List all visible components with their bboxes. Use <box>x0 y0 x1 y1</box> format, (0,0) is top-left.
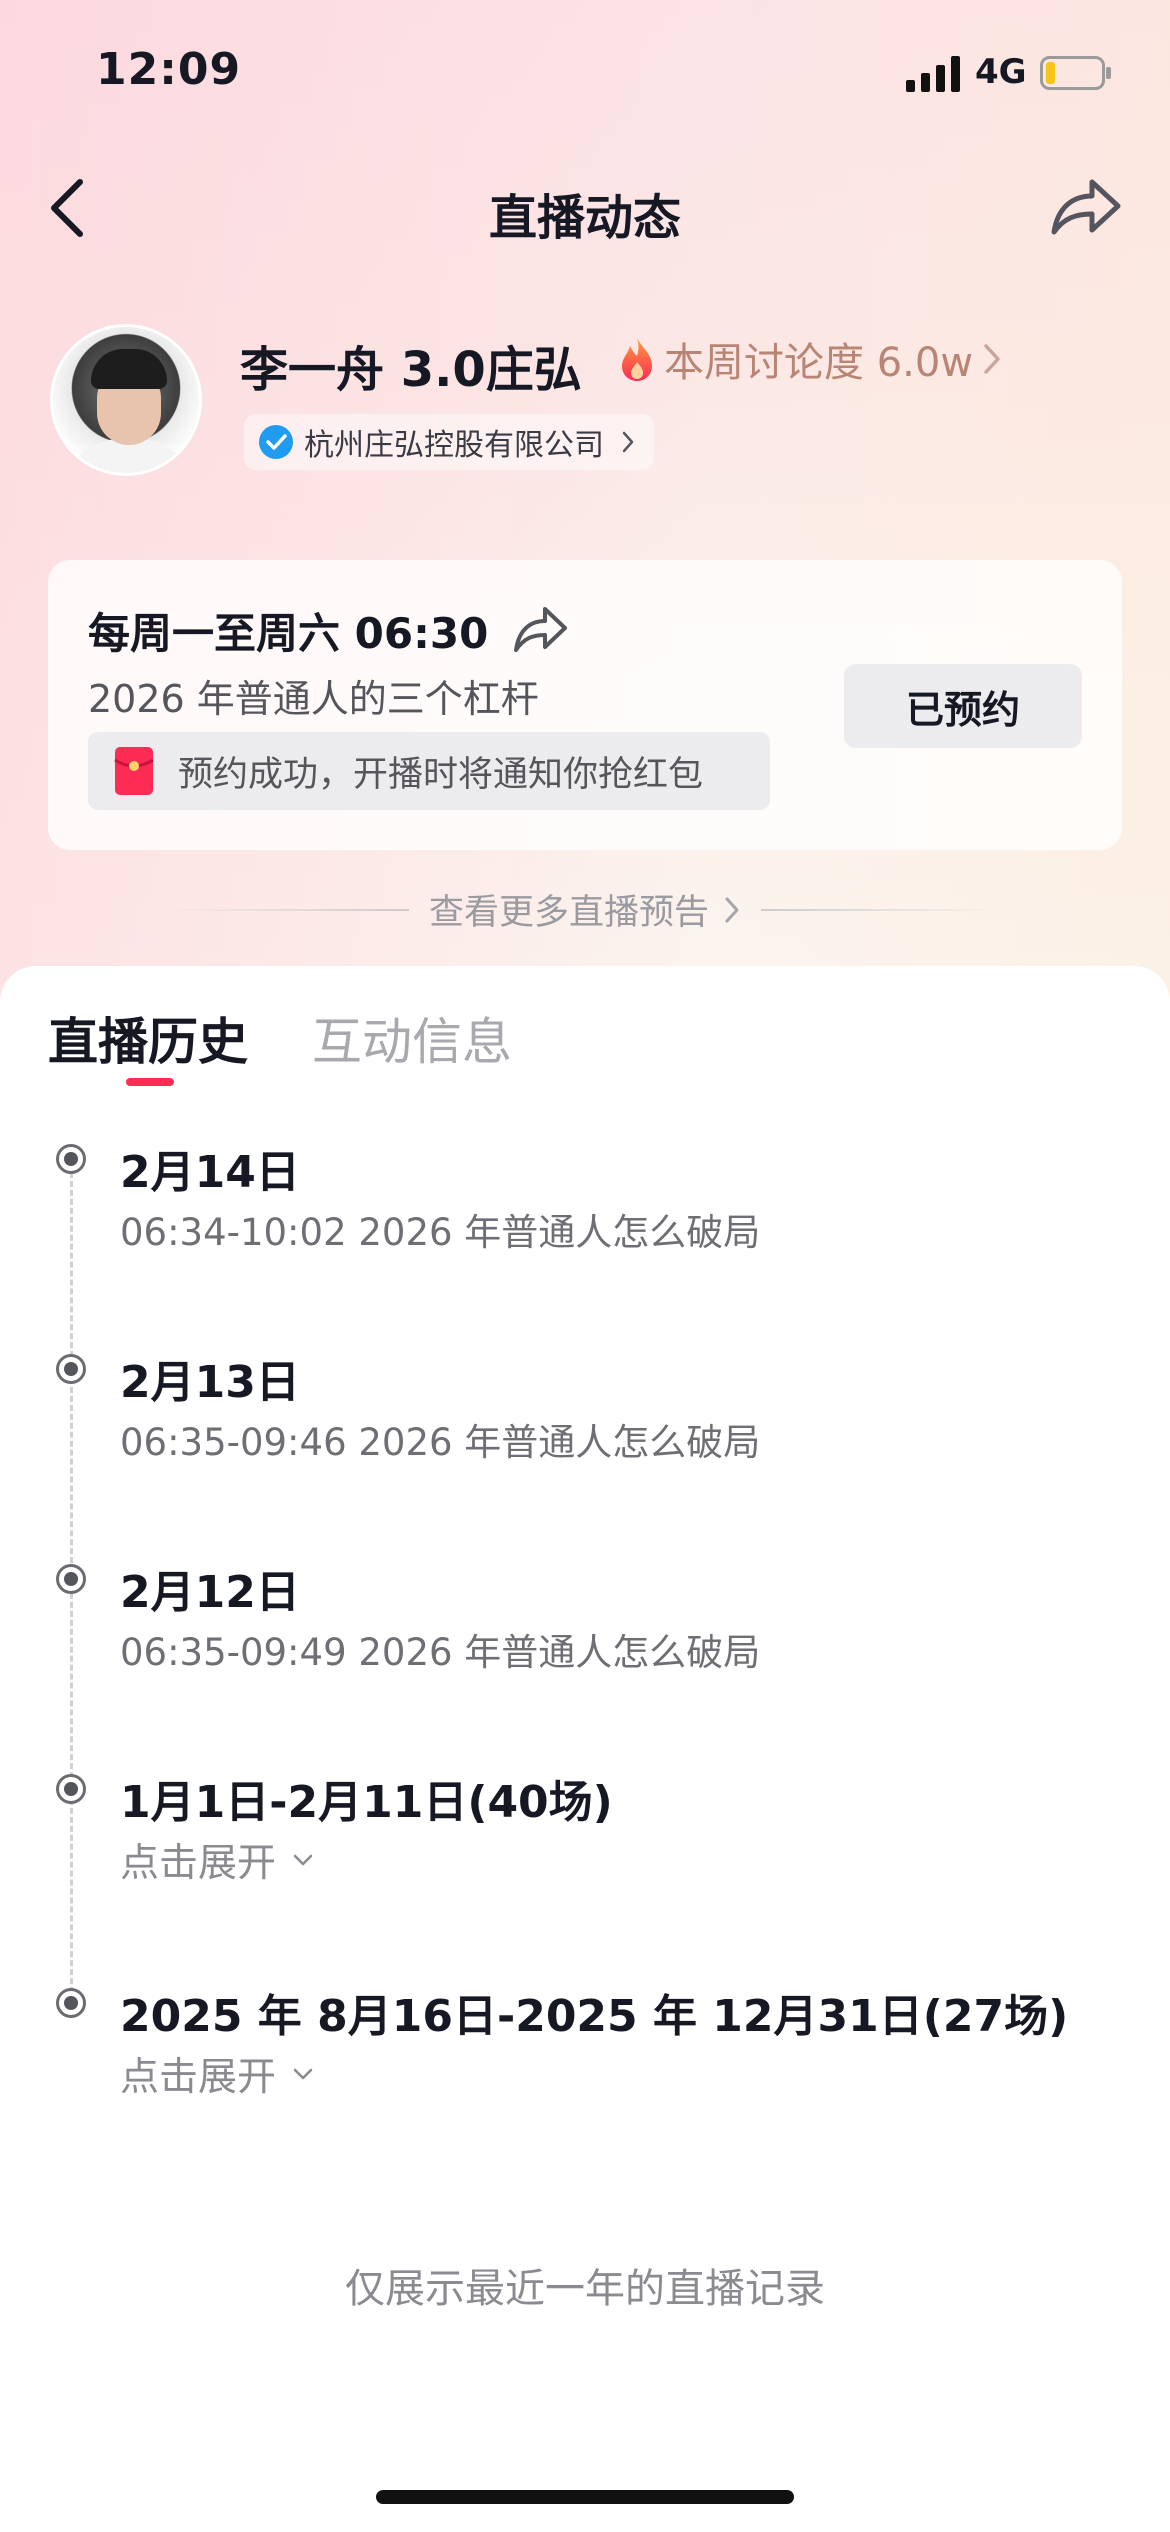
signal-icon <box>906 56 960 92</box>
chevron-down-icon <box>293 2068 313 2080</box>
network-type: 4G <box>975 52 1027 92</box>
battery-icon <box>1040 56 1111 90</box>
status-time: 12:09 <box>96 44 242 95</box>
company-chip[interactable]: 杭州庄弘控股有限公司 <box>244 414 654 470</box>
timeline-detail: 06:35-09:46 2026 年普通人怎么破局 <box>120 1421 761 1464</box>
timeline-dot <box>56 1774 86 1804</box>
divider <box>761 908 1001 911</box>
timeline-date: 2月12日 <box>120 1567 300 1618</box>
share-arrow-icon[interactable] <box>1048 176 1122 238</box>
timeline-date: 2月13日 <box>120 1357 300 1408</box>
reservation-card: 每周一至周六 06:30 2026 年普通人的三个杠杆 预约成功，开播时将通知你… <box>48 560 1122 850</box>
timeline-dot <box>56 1354 86 1384</box>
timeline-dot <box>56 1144 86 1174</box>
more-preview-label: 查看更多直播预告 <box>428 893 709 933</box>
chevron-right-icon <box>622 431 634 453</box>
reserved-button[interactable]: 已预约 <box>844 664 1082 748</box>
tab-active-indicator <box>126 1078 174 1086</box>
profile-name: 李一舟 3.0庄弘 <box>240 342 582 398</box>
company-name: 杭州庄弘控股有限公司 <box>304 428 604 463</box>
tab-interaction-info[interactable]: 互动信息 <box>312 1002 512 1074</box>
timeline-dot <box>56 1988 86 2018</box>
chevron-right-icon <box>725 897 739 922</box>
expand-label: 点击展开 <box>120 1841 277 1886</box>
page-title: 直播动态 <box>488 190 681 246</box>
timeline-date: 2月14日 <box>120 1147 300 1198</box>
avatar[interactable] <box>50 324 202 476</box>
reservation-schedule: 每周一至周六 06:30 <box>88 609 489 658</box>
footer-note: 仅展示最近一年的直播记录 <box>345 2266 825 2312</box>
expand-label: 点击展开 <box>120 2055 277 2100</box>
chevron-right-icon <box>984 344 1000 374</box>
timeline-range: 1月1日-2月11日(40场) <box>120 1777 613 1828</box>
more-preview-row: 查看更多直播预告 <box>0 884 1170 935</box>
timeline-range: 2025 年 8月16日-2025 年 12月31日(27场) <box>120 1991 1069 2042</box>
heat-label: 本周讨论度 6.0w <box>664 340 974 386</box>
timeline-detail: 06:34-10:02 2026 年普通人怎么破局 <box>120 1211 761 1254</box>
avatar-hair <box>91 349 167 389</box>
timeline-detail: 06:35-09:49 2026 年普通人怎么破局 <box>120 1631 761 1674</box>
timeline-dot <box>56 1564 86 1594</box>
tab-live-history[interactable]: 直播历史 <box>48 1002 248 1074</box>
home-indicator[interactable] <box>376 2490 794 2504</box>
verified-icon <box>259 425 293 459</box>
expand-button[interactable]: 点击展开 <box>120 1832 314 1888</box>
heat-link[interactable]: 本周讨论度 6.0w <box>618 330 1003 388</box>
more-preview-link[interactable]: 查看更多直播预告 <box>429 884 741 935</box>
reservation-topic: 2026 年普通人的三个杠杆 <box>88 677 539 721</box>
flame-icon <box>622 338 652 381</box>
divider <box>168 908 409 911</box>
notice-text: 预约成功，开播时将通知你抢红包 <box>178 754 704 795</box>
expand-button[interactable]: 点击展开 <box>120 2046 314 2102</box>
share-arrow-icon[interactable] <box>512 604 568 654</box>
reservation-notice: 预约成功，开播时将通知你抢红包 <box>88 732 770 810</box>
red-packet-icon <box>114 747 154 795</box>
chevron-down-icon <box>293 1854 313 1866</box>
